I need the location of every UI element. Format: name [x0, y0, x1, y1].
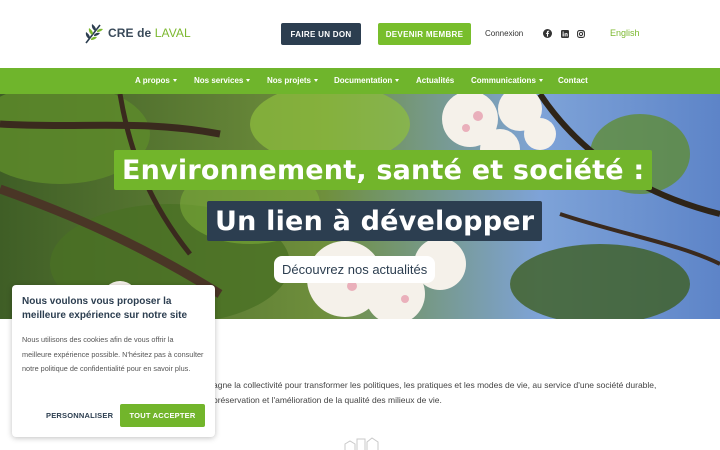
nav-item-documentation[interactable]: Documentation: [334, 76, 400, 85]
intro-text-line-1: agne la collectivité pour transformer le…: [213, 380, 657, 390]
hero-title-line-1: Environnement, santé et société :: [114, 150, 653, 190]
customize-cookies-button[interactable]: PERSONNALISER: [46, 411, 113, 420]
login-link[interactable]: Connexion: [485, 29, 523, 38]
hero-title-line-2: Un lien à développer: [207, 201, 543, 241]
instagram-icon[interactable]: [576, 29, 585, 38]
cookie-description: Nous utilisons des cookies afin de vous …: [22, 335, 204, 373]
nav-item-a-propos[interactable]: A propos: [135, 76, 177, 85]
chevron-down-icon: [395, 79, 400, 83]
logo-text: CRE de LAVAL: [108, 26, 191, 40]
linkedin-icon[interactable]: [560, 29, 569, 38]
site-header: CRE de LAVAL FAIRE UN DON DEVENIR MEMBRE…: [0, 0, 720, 68]
main-navigation: A propos Nos services Nos projets Docume…: [0, 68, 720, 94]
leaf-logo-icon: [85, 24, 103, 44]
cookie-actions: PERSONNALISER TOUT ACCEPTER: [22, 404, 205, 427]
cookie-consent-banner: Nous voulons vous proposer la meilleure …: [12, 285, 215, 437]
site-logo[interactable]: CRE de LAVAL: [84, 21, 191, 45]
buildings-icon: [344, 437, 379, 450]
nav-item-nos-services[interactable]: Nos services: [194, 76, 251, 85]
language-switch-link[interactable]: English: [610, 28, 640, 38]
nav-item-communications[interactable]: Communications: [471, 76, 543, 85]
cookie-title: Nous voulons vous proposer la meilleure …: [22, 296, 188, 321]
donate-button[interactable]: FAIRE UN DON: [281, 23, 361, 45]
become-member-button[interactable]: DEVENIR MEMBRE: [378, 23, 471, 45]
facebook-icon[interactable]: [543, 29, 552, 38]
nav-item-contact[interactable]: Contact: [558, 76, 588, 85]
accept-all-cookies-button[interactable]: TOUT ACCEPTER: [120, 404, 205, 427]
nav-item-nos-projets[interactable]: Nos projets: [267, 76, 319, 85]
nav-item-actualites[interactable]: Actualités: [416, 76, 454, 85]
chevron-down-icon: [246, 79, 251, 83]
chevron-down-icon: [314, 79, 319, 83]
chevron-down-icon: [538, 79, 543, 83]
intro-text-line-2: préservation et l'amélioration de la qua…: [213, 395, 442, 405]
chevron-down-icon: [172, 79, 177, 83]
news-cta-button[interactable]: Découvrez nos actualités: [274, 256, 436, 283]
